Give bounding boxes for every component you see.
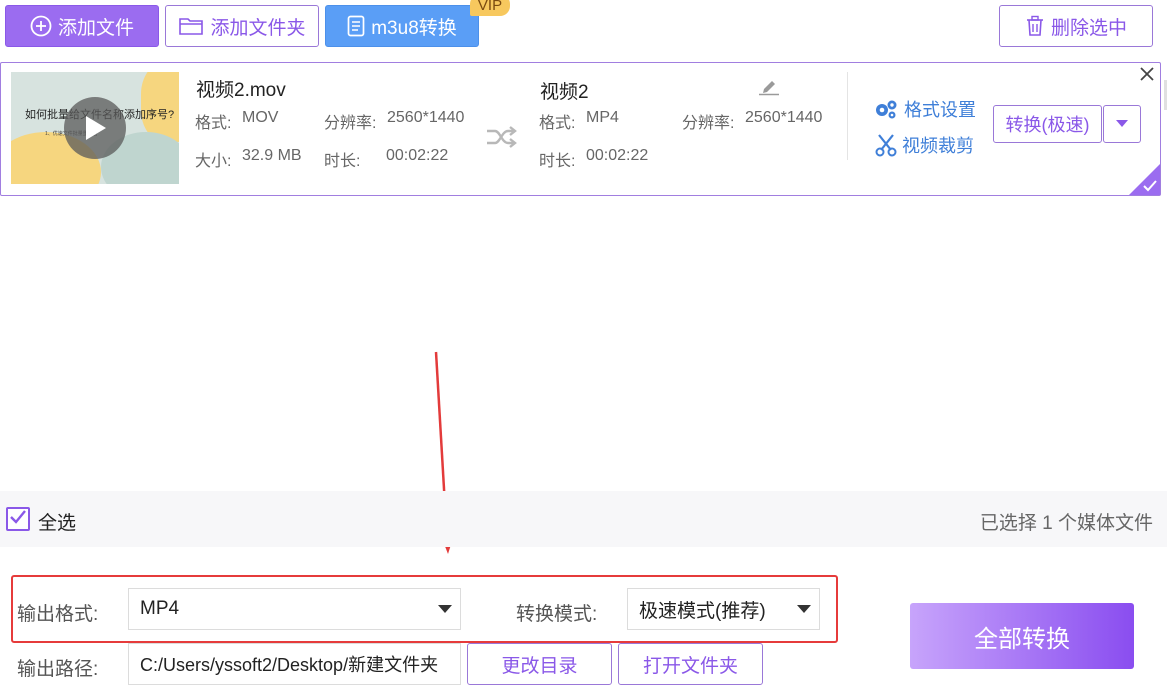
target-format: MP4	[586, 109, 619, 126]
target-duration: 00:02:22	[586, 147, 649, 164]
play-icon[interactable]	[64, 97, 126, 159]
delete-selected-label: 删除选中	[1050, 17, 1127, 39]
card-divider	[847, 72, 848, 160]
convert-dropdown-button[interactable]	[1103, 105, 1141, 143]
check-icon	[10, 509, 26, 529]
source-duration-label: 时长:	[324, 153, 361, 170]
video-thumbnail[interactable]: 如何批量给文件名称添加序号? 1、优速文件批量重命名	[11, 72, 179, 184]
source-format: MOV	[242, 109, 279, 126]
document-icon	[347, 15, 365, 37]
convert-mode-label: 转换模式:	[516, 604, 598, 625]
folder-icon	[178, 16, 204, 36]
m3u8-convert-button[interactable]: m3u8转换	[325, 5, 479, 47]
trash-icon	[1025, 15, 1045, 37]
convert-fast-button[interactable]: 转换(极速)	[993, 105, 1102, 143]
source-size: 32.9 MB	[242, 147, 302, 164]
gear-icon	[873, 98, 899, 120]
close-icon[interactable]	[1138, 65, 1156, 83]
plus-circle-icon	[30, 15, 52, 37]
caret-down-icon	[438, 605, 452, 613]
selected-check-icon	[1129, 164, 1160, 195]
format-settings-link[interactable]: 格式设置	[873, 96, 976, 122]
change-directory-button[interactable]: 更改目录	[467, 643, 612, 685]
source-format-label: 格式:	[195, 115, 232, 132]
target-duration-label: 时长:	[539, 153, 576, 170]
convert-all-button[interactable]: 全部转换	[910, 603, 1134, 669]
output-format-label: 输出格式:	[17, 604, 99, 625]
convert-mode-value: 极速模式(推荐)	[639, 600, 766, 622]
video-crop-link[interactable]: 视频裁剪	[875, 132, 974, 158]
output-format-value: MP4	[140, 598, 180, 619]
toolbar: 添加文件 添加文件夹 m3u8转换 VIP 删除选中	[0, 0, 1167, 58]
source-resolution-label: 分辨率:	[324, 115, 377, 132]
edit-name-icon[interactable]	[758, 78, 780, 101]
add-folder-button[interactable]: 添加文件夹	[165, 5, 319, 47]
video-crop-label: 视频裁剪	[902, 136, 974, 156]
m3u8-label: m3u8转换	[371, 17, 457, 39]
source-size-label: 大小:	[195, 153, 232, 170]
delete-selected-button[interactable]: 删除选中	[999, 5, 1153, 47]
caret-down-icon	[1115, 115, 1129, 133]
open-folder-button[interactable]: 打开文件夹	[618, 643, 763, 685]
add-folder-label: 添加文件夹	[210, 17, 306, 39]
convert-mode-select[interactable]: 极速模式(推荐)	[627, 588, 820, 630]
add-file-label: 添加文件	[57, 17, 134, 39]
selected-count-text: 已选择 1 个媒体文件	[979, 513, 1153, 534]
target-format-label: 格式:	[539, 115, 576, 132]
target-file-name: 视频2	[540, 82, 589, 103]
scissors-icon	[875, 133, 897, 157]
vip-badge: VIP	[470, 0, 510, 16]
output-format-select[interactable]: MP4	[128, 588, 461, 630]
add-file-button[interactable]: 添加文件	[5, 5, 159, 47]
target-resolution-label: 分辨率:	[682, 115, 735, 132]
output-path-field[interactable]: C:/Users/yssoft2/Desktop/新建文件夹	[128, 643, 461, 685]
select-all-label[interactable]: 全选	[38, 508, 76, 535]
select-all-checkbox[interactable]	[6, 507, 30, 531]
format-settings-label: 格式设置	[904, 100, 976, 120]
caret-down-icon	[797, 605, 811, 613]
output-path-label: 输出路径:	[17, 659, 99, 680]
source-file-name: 视频2.mov	[196, 80, 286, 101]
convert-arrow-icon	[485, 126, 517, 153]
source-resolution: 2560*1440	[387, 109, 465, 126]
source-duration: 00:02:22	[386, 147, 449, 164]
target-resolution: 2560*1440	[745, 109, 823, 126]
